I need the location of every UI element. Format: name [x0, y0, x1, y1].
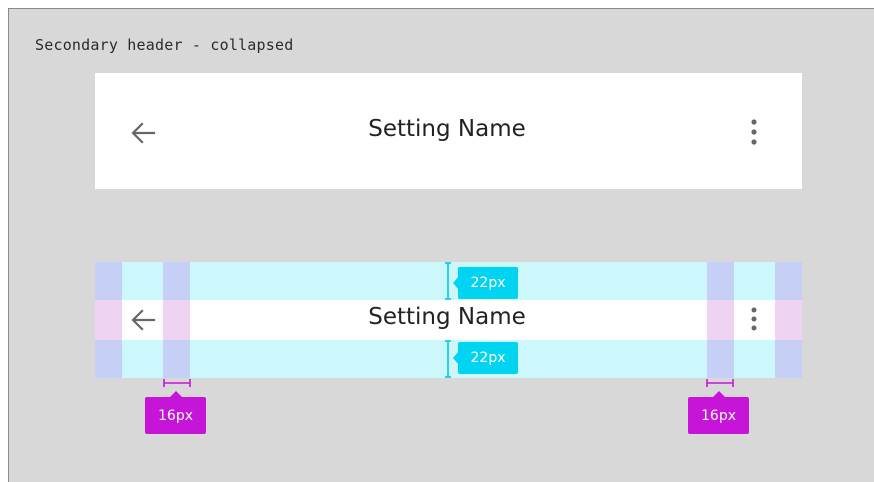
row-margin-right	[707, 300, 734, 340]
more-vertical-icon[interactable]	[749, 306, 759, 334]
arrow-left-icon[interactable]	[128, 118, 158, 148]
header-title: Setting Name	[368, 116, 526, 142]
arrow-left-icon[interactable]	[128, 306, 158, 334]
bottom-padding-marker	[445, 340, 451, 378]
left-margin-tag: 16px	[145, 397, 206, 434]
frame-title: Secondary header - collapsed	[35, 36, 294, 54]
row-margin-outer-right	[775, 300, 802, 340]
top-padding-marker	[445, 262, 451, 300]
top-padding-tag: 22px	[458, 267, 518, 299]
right-margin-tag: 16px	[688, 397, 749, 434]
row-margin-left	[163, 300, 190, 340]
bottom-padding-tag: 22px	[458, 342, 518, 374]
right-margin-marker	[706, 379, 734, 387]
left-margin-marker	[163, 379, 191, 387]
spec-title: Setting Name	[368, 304, 526, 330]
header-spec: Setting Name	[95, 262, 802, 378]
more-vertical-icon[interactable]	[749, 118, 759, 148]
secondary-header: Setting Name	[95, 73, 802, 189]
row-margin-outer-left	[95, 300, 122, 340]
